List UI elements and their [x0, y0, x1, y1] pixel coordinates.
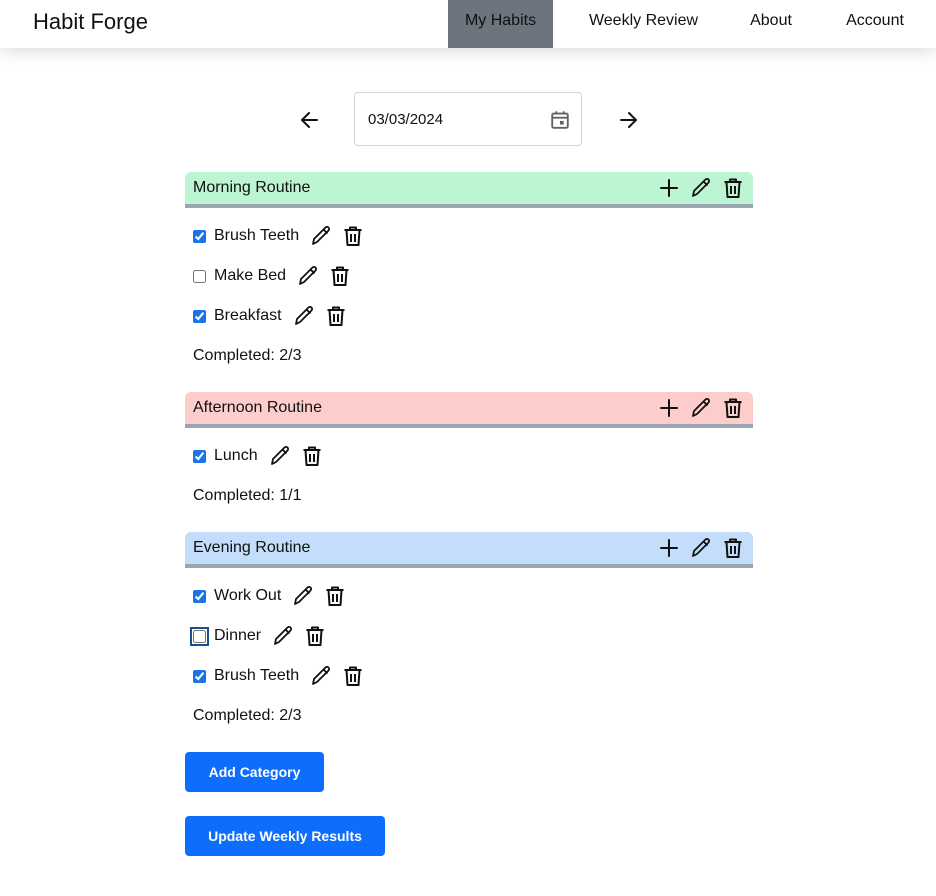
habit-row: Work Out [193, 584, 347, 608]
nav-item-weekly-review[interactable]: Weekly Review [572, 0, 715, 48]
trash-icon[interactable] [303, 624, 327, 648]
pencil-icon[interactable] [309, 224, 333, 248]
nav-item-account[interactable]: Account [836, 0, 914, 48]
habit-row: Dinner [190, 624, 327, 648]
habit-checkbox[interactable] [193, 229, 206, 243]
habit-checkbox[interactable] [190, 626, 209, 646]
category-title: Evening Routine [193, 539, 311, 556]
pencil-icon[interactable] [689, 176, 713, 200]
habit-label: Dinner [214, 627, 262, 644]
pencil-icon[interactable] [292, 304, 316, 328]
trash-icon[interactable] [323, 584, 347, 608]
plus-icon[interactable] [657, 396, 681, 420]
nav-item-about[interactable]: About [740, 0, 802, 48]
trash-icon[interactable] [300, 444, 324, 468]
habit-row: Breakfast [193, 304, 348, 328]
habit-checkbox[interactable] [193, 309, 206, 323]
trash-icon[interactable] [721, 176, 745, 200]
trash-icon[interactable] [721, 536, 745, 560]
habit-row: Brush Teeth [193, 664, 365, 688]
habit-label: Work Out [214, 587, 282, 604]
app-title[interactable]: Habit Forge [33, 9, 148, 35]
plus-icon[interactable] [657, 176, 681, 200]
habit-row: Brush Teeth [193, 224, 365, 248]
pencil-icon[interactable] [296, 264, 320, 288]
category-header: Afternoon Routine [185, 392, 753, 428]
trash-icon[interactable] [721, 396, 745, 420]
add-category-button[interactable]: Add Category [185, 752, 324, 792]
calendar-icon[interactable] [549, 109, 571, 131]
pencil-icon[interactable] [271, 624, 295, 648]
category-header: Morning Routine [185, 172, 753, 208]
habit-checkbox[interactable] [193, 269, 206, 283]
habit-label: Brush Teeth [214, 227, 300, 244]
category-actions [657, 536, 745, 560]
habit-checkbox[interactable] [193, 449, 206, 463]
trash-icon[interactable] [341, 664, 365, 688]
plus-icon[interactable] [657, 536, 681, 560]
category-actions [657, 396, 745, 420]
update-weekly-results-button[interactable]: Update Weekly Results [185, 816, 385, 856]
category-actions [657, 176, 745, 200]
pencil-icon[interactable] [268, 444, 292, 468]
arrow-left-icon[interactable] [298, 108, 322, 132]
habit-row: Lunch [193, 444, 324, 468]
completed-count: Completed: 1/1 [193, 487, 302, 504]
completed-count: Completed: 2/3 [193, 347, 302, 364]
habit-label: Brush Teeth [214, 667, 300, 684]
pencil-icon[interactable] [689, 396, 713, 420]
habit-label: Make Bed [214, 267, 287, 284]
habit-label: Lunch [214, 447, 258, 464]
pencil-icon[interactable] [309, 664, 333, 688]
habit-checkbox[interactable] [193, 669, 206, 683]
habit-label: Breakfast [214, 307, 282, 324]
habit-checkbox[interactable] [193, 589, 206, 603]
top-navbar: Habit Forge My Habits Weekly Review Abou… [0, 0, 936, 48]
habit-row: Make Bed [193, 264, 352, 288]
trash-icon[interactable] [341, 224, 365, 248]
pencil-icon[interactable] [689, 536, 713, 560]
nav-item-my-habits[interactable]: My Habits [448, 0, 553, 48]
trash-icon[interactable] [328, 264, 352, 288]
trash-icon[interactable] [324, 304, 348, 328]
arrow-right-icon[interactable] [616, 108, 640, 132]
category-title: Morning Routine [193, 179, 311, 196]
category-title: Afternoon Routine [193, 399, 322, 416]
category-header: Evening Routine [185, 532, 753, 568]
date-input[interactable]: 03/03/2024 [354, 92, 582, 146]
date-value: 03/03/2024 [368, 111, 444, 128]
pencil-icon[interactable] [291, 584, 315, 608]
completed-count: Completed: 2/3 [193, 707, 302, 724]
